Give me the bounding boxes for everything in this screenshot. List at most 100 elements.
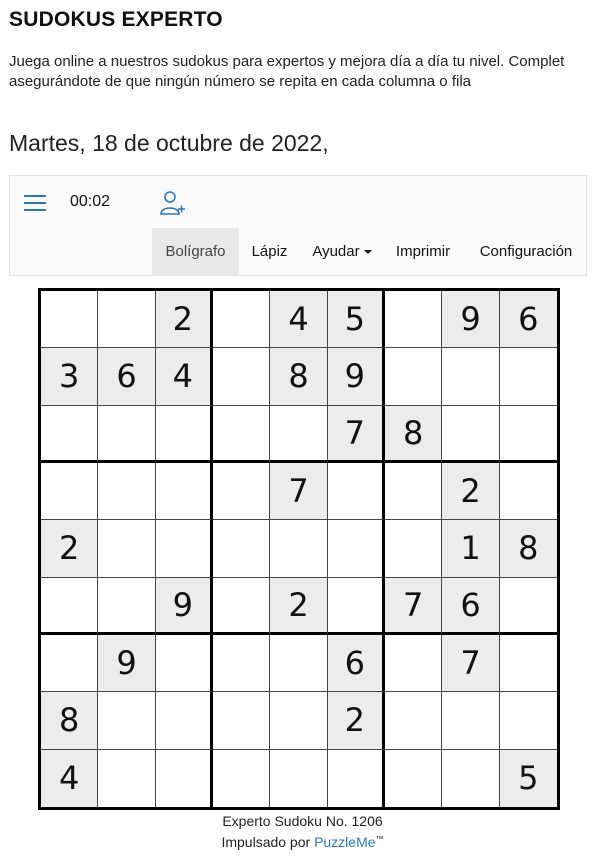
sudoku-cell[interactable]: [155, 634, 213, 693]
sudoku-cell[interactable]: 6: [327, 634, 385, 693]
sudoku-cell[interactable]: [499, 348, 557, 406]
tab-label: Configuración: [479, 243, 573, 260]
sudoku-cell[interactable]: [384, 462, 443, 521]
sudoku-cell[interactable]: [41, 634, 99, 693]
sudoku-cell[interactable]: [328, 749, 385, 807]
sudoku-cell[interactable]: 6: [98, 348, 156, 406]
sudoku-cell[interactable]: 8: [270, 348, 328, 406]
sudoku-cell[interactable]: 7: [384, 577, 443, 635]
sudoku-cell[interactable]: [41, 462, 99, 521]
sudoku-cell[interactable]: 4: [41, 749, 99, 807]
sudoku-cell[interactable]: 9: [442, 291, 500, 349]
sudoku-cell[interactable]: 6: [499, 291, 557, 349]
sudoku-cell[interactable]: [213, 749, 271, 807]
sudoku-cell[interactable]: [212, 692, 271, 750]
sudoku-cell[interactable]: [98, 577, 156, 635]
sudoku-cell[interactable]: 5: [499, 749, 557, 807]
sudoku-cell[interactable]: [499, 578, 557, 635]
tab-boligrafo[interactable]: Bolígrafo: [152, 228, 239, 276]
sudoku-cell[interactable]: [212, 634, 271, 693]
tab-ayudar[interactable]: Ayudar: [306, 228, 378, 276]
sudoku-cell[interactable]: [212, 577, 271, 635]
sudoku-cell[interactable]: [270, 634, 328, 693]
powered-by: Impulsado por PuzzleMe™: [0, 834, 605, 850]
powered-by-text: Impulsado por: [221, 834, 311, 850]
sudoku-cell[interactable]: [499, 406, 557, 463]
sudoku-cell[interactable]: 4: [155, 348, 213, 406]
sudoku-cell[interactable]: [499, 463, 557, 521]
sudoku-cell[interactable]: 2: [41, 520, 99, 578]
add-user-icon[interactable]: [158, 189, 186, 217]
sudoku-cell[interactable]: [98, 749, 156, 807]
sudoku-cell[interactable]: [212, 520, 271, 578]
tab-imprimir[interactable]: Imprimir: [388, 228, 458, 276]
sudoku-cell[interactable]: [98, 405, 156, 463]
sudoku-cell[interactable]: [270, 692, 328, 750]
sudoku-cell[interactable]: [212, 291, 271, 349]
sudoku-cell[interactable]: 2: [155, 291, 213, 349]
sudoku-cell[interactable]: [384, 634, 443, 693]
sudoku-cell[interactable]: 2: [442, 462, 500, 521]
sudoku-cell[interactable]: [270, 405, 328, 463]
sudoku-cell[interactable]: [212, 462, 271, 521]
sudoku-cell[interactable]: [155, 520, 213, 578]
sudoku-cell[interactable]: 8: [499, 520, 557, 578]
sudoku-cell[interactable]: 9: [98, 634, 156, 693]
sudoku-cell[interactable]: [442, 749, 500, 807]
sudoku-cell[interactable]: 7: [327, 405, 385, 463]
sudoku-cell[interactable]: [327, 520, 385, 578]
sudoku-cell[interactable]: 8: [41, 692, 99, 750]
sudoku-cell[interactable]: [384, 348, 443, 406]
sudoku-cell[interactable]: 3: [41, 348, 99, 406]
sudoku-toolbar: 00:02 Bolígrafo Lápiz Ayudar Imprimir Co…: [9, 175, 587, 276]
tab-lapiz[interactable]: Lápiz: [242, 228, 297, 276]
sudoku-cell[interactable]: [384, 520, 443, 578]
sudoku-cell[interactable]: [98, 462, 156, 521]
sudoku-cell[interactable]: [155, 462, 213, 521]
sudoku-cell[interactable]: [327, 577, 385, 635]
sudoku-cell[interactable]: [385, 749, 443, 807]
sudoku-cell[interactable]: [98, 520, 156, 578]
sudoku-cell[interactable]: 8: [384, 405, 443, 463]
sudoku-cell[interactable]: [98, 692, 156, 750]
sudoku-cell[interactable]: 7: [270, 462, 328, 521]
sudoku-cell[interactable]: 7: [442, 634, 500, 693]
sudoku-cell[interactable]: [41, 405, 99, 463]
sudoku-cell[interactable]: [384, 291, 443, 349]
tab-label: Lápiz: [251, 243, 288, 260]
sudoku-cell[interactable]: 9: [327, 348, 385, 406]
sudoku-cell[interactable]: [212, 405, 271, 463]
hamburger-menu-icon[interactable]: [23, 192, 47, 214]
sudoku-cell[interactable]: 4: [270, 291, 328, 349]
sudoku-cell[interactable]: [270, 520, 328, 578]
sudoku-cell[interactable]: [442, 405, 500, 463]
puzzle-id: Experto Sudoku No. 1206: [222, 813, 383, 829]
sudoku-cell[interactable]: 2: [270, 577, 328, 635]
timer: 00:02: [70, 193, 111, 210]
sudoku-cell[interactable]: 1: [442, 520, 500, 578]
sudoku-cell[interactable]: [499, 692, 557, 750]
sudoku-cell[interactable]: [442, 348, 500, 406]
sudoku-cell[interactable]: [442, 692, 500, 750]
sudoku-cell[interactable]: [41, 577, 99, 635]
puzzleme-link[interactable]: PuzzleMe: [314, 834, 375, 850]
sudoku-cell[interactable]: [499, 635, 557, 693]
sudoku-cell[interactable]: 5: [327, 291, 385, 349]
chevron-down-icon: [363, 250, 372, 255]
sudoku-cell[interactable]: 9: [155, 577, 213, 635]
trademark-symbol: ™: [375, 834, 384, 844]
sudoku-cell[interactable]: [270, 749, 328, 807]
sudoku-cell[interactable]: [156, 749, 213, 807]
sudoku-cell[interactable]: [41, 291, 99, 349]
sudoku-cell[interactable]: 6: [442, 577, 500, 635]
sudoku-cell[interactable]: [155, 692, 213, 750]
sudoku-cell[interactable]: [327, 462, 385, 521]
sudoku-cell[interactable]: [212, 348, 271, 406]
tab-configuracion[interactable]: Configuración: [470, 228, 582, 276]
sudoku-cell[interactable]: 2: [327, 692, 385, 750]
sudoku-cell[interactable]: [384, 692, 443, 750]
intro-line: Juega online a nuestros sudokus para exp…: [9, 53, 565, 70]
sudoku-cell[interactable]: [155, 405, 213, 463]
sudoku-cell[interactable]: [98, 291, 156, 349]
date-heading: Martes, 18 de octubre de 2022,: [9, 130, 329, 156]
